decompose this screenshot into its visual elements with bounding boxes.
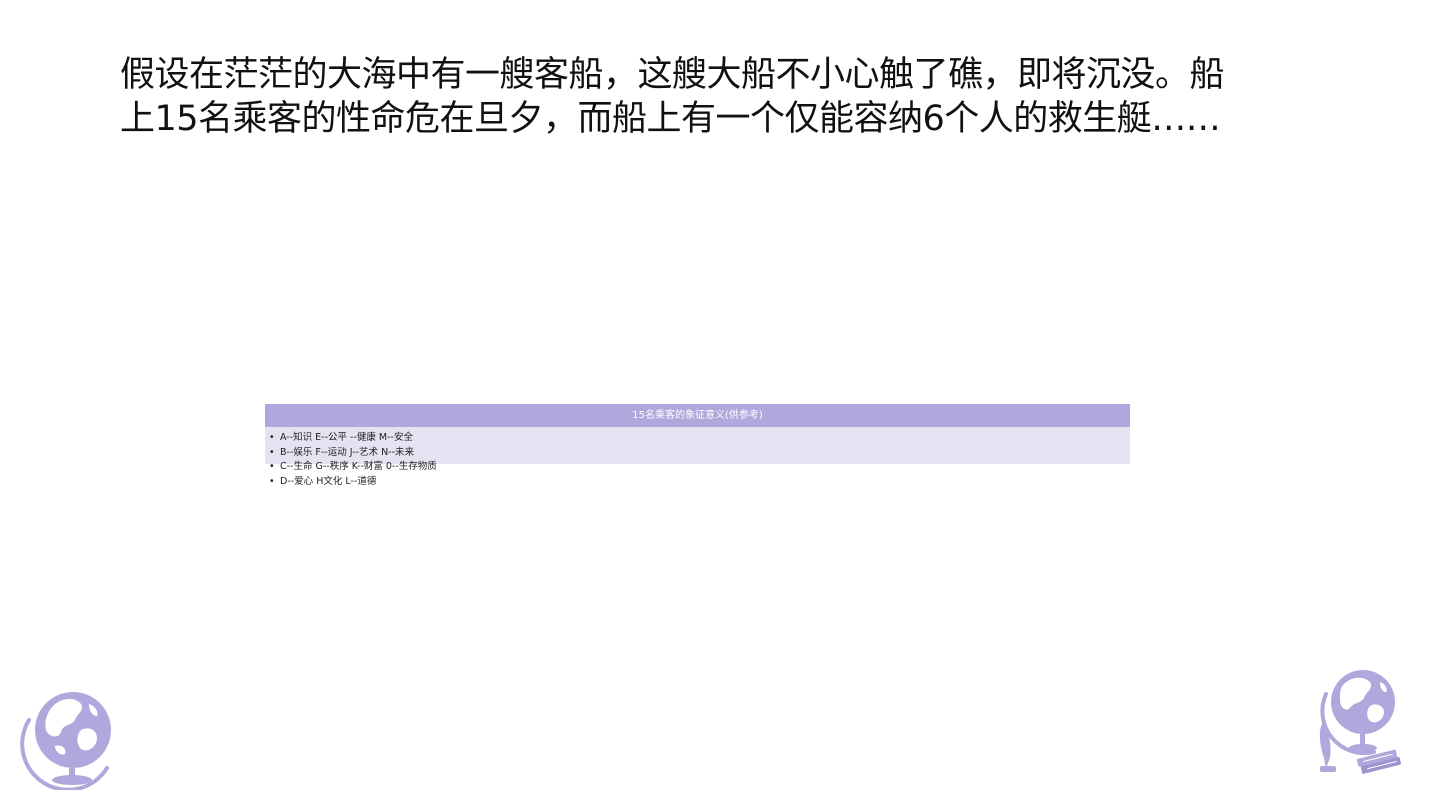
- symbol-table: 15名乘客的象征意义(供参考) • A--知识 E--公平 --健康 M--安全 …: [265, 404, 1130, 487]
- globe-with-books-icon: [1308, 668, 1418, 780]
- list-item-text: D--爱心 H文化 L--道德: [280, 475, 377, 487]
- list-item: • A--知识 E--公平 --健康 M--安全: [269, 431, 437, 446]
- symbol-list: • A--知识 E--公平 --健康 M--安全 • B--娱乐 F--运动 J--…: [269, 431, 437, 489]
- list-item-text: C--生命 G--秩序 K--财富 0--生存物质: [280, 461, 437, 472]
- bullet-icon: •: [269, 446, 275, 458]
- slide: 假设在茫茫的大海中有一艘客船，这艘大船不小心触了礁，即将沉没。船 上15名乘客的…: [0, 0, 1440, 810]
- list-item: • B--娱乐 F--运动 J--艺术 N--未来: [269, 446, 437, 461]
- list-item: • D--爱心 H文化 L--道德: [269, 475, 437, 490]
- bullet-icon: •: [269, 475, 275, 487]
- list-item-text: A--知识 E--公平 --健康 M--安全: [280, 432, 413, 443]
- heading-line-1: 假设在茫茫的大海中有一艘客船，这艘大船不小心触了礁，即将沉没。船: [120, 55, 1225, 95]
- table-header: 15名乘客的象征意义(供参考): [265, 404, 1130, 427]
- list-item: • C--生命 G--秩序 K--财富 0--生存物质: [269, 460, 437, 475]
- table-body: • A--知识 E--公平 --健康 M--安全 • B--娱乐 F--运动 J--…: [265, 427, 1130, 487]
- slide-heading: 假设在茫茫的大海中有一艘客船，这艘大船不小心触了礁，即将沉没。船 上15名乘客的…: [120, 53, 1290, 141]
- heading-line-2: 上15名乘客的性命危在旦夕，而船上有一个仅能容纳6个人的救生艇……: [120, 99, 1221, 139]
- bullet-icon: •: [269, 432, 275, 443]
- list-item-text: B--娱乐 F--运动 J--艺术 N--未来: [280, 446, 415, 458]
- bullet-icon: •: [269, 461, 275, 472]
- globe-icon: [15, 680, 125, 792]
